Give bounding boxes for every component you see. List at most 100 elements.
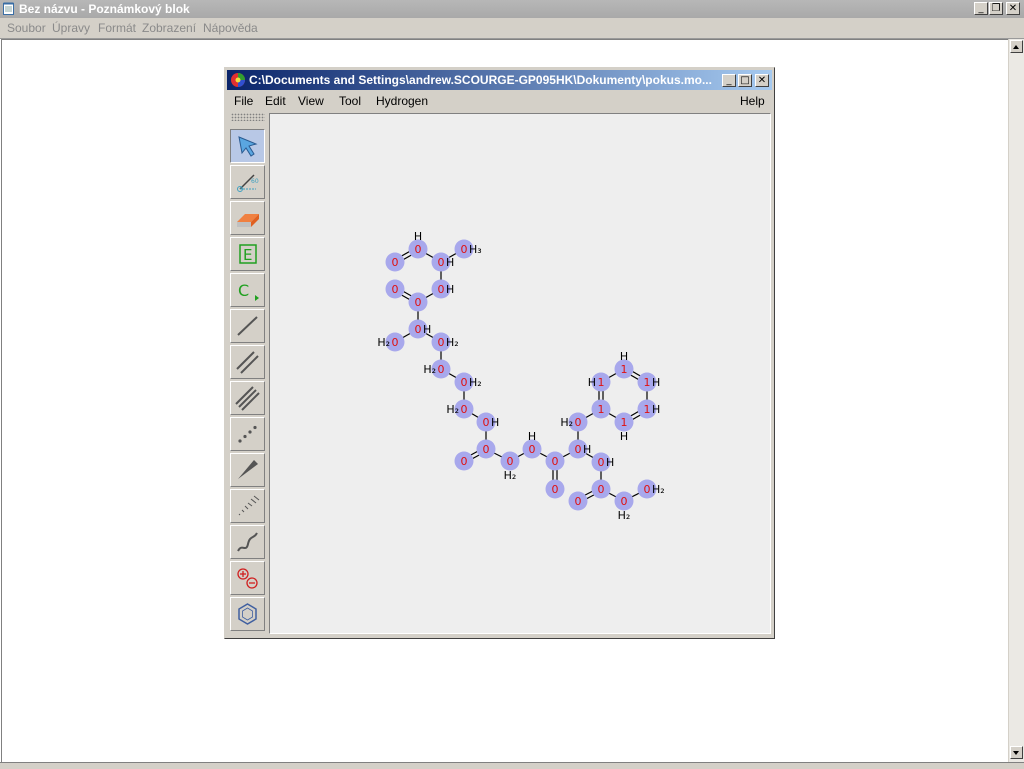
jchem-title-bar: C:\Documents and Settings\andrew.SCOURGE… (227, 70, 772, 90)
atom-a5[interactable]: 0 (408, 292, 428, 312)
menu-zobrazeni[interactable]: Zobrazení (142, 21, 196, 35)
atom-label: 1 (598, 376, 605, 389)
atom-a12[interactable]: 0H₂ (446, 399, 474, 419)
atom-a21[interactable]: 0H (591, 452, 615, 472)
atom-label: 1 (644, 376, 651, 389)
wedge-bond-button[interactable] (230, 453, 265, 487)
atom-a3[interactable]: 0H (431, 252, 455, 272)
single-bond-icon (237, 316, 258, 336)
triple-bond-icon (235, 386, 260, 411)
rotate-tool-button[interactable]: 60 (230, 165, 265, 199)
atom-a2[interactable]: 0 (385, 252, 405, 272)
hydrogen-label: H (652, 403, 660, 416)
hydrogen-label: H₂ (377, 336, 390, 349)
hydrogen-label: H (528, 430, 536, 443)
atom-a27[interactable]: 1 (591, 399, 611, 419)
element-tool-button[interactable]: E (230, 237, 265, 271)
atom-label: 0 (438, 256, 445, 269)
wavy-bond-button[interactable] (230, 525, 265, 559)
hydrogen-label: H (414, 230, 422, 243)
svg-text:60: 60 (251, 178, 259, 185)
eraser-tool-button[interactable] (230, 201, 265, 235)
menu-napoveda[interactable]: Nápověda (203, 21, 258, 35)
single-bond-button[interactable] (230, 309, 265, 343)
menu-hydrogen[interactable]: Hydrogen (376, 94, 428, 108)
atom-a15[interactable]: 0 (476, 439, 496, 459)
restore-icon[interactable]: ❐ (989, 2, 1003, 15)
atom-a1[interactable]: 0 H₃ (454, 239, 482, 259)
atom-a31[interactable]: 1H (637, 399, 661, 419)
atom-label: 0 (392, 256, 399, 269)
close-icon[interactable]: ✕ (755, 74, 769, 87)
atom-a24[interactable]: 0H₂ (614, 491, 634, 523)
scroll-down-button[interactable] (1010, 746, 1023, 759)
select-tool-button[interactable] (230, 129, 265, 163)
atom-a11[interactable]: 0 H₂ (454, 372, 482, 392)
atom-a26[interactable]: 0H₂ (560, 412, 588, 432)
atom-a28[interactable]: 1H (588, 372, 611, 392)
jchem-title: C:\Documents and Settings\andrew.SCOURGE… (249, 73, 712, 87)
atom-label: 0 (415, 296, 422, 309)
triple-bond-button[interactable] (230, 381, 265, 415)
menu-edit[interactable]: Edit (265, 94, 286, 108)
hydrogen-label: H₂ (560, 416, 573, 429)
atom-a16[interactable]: 0H₂ (500, 451, 520, 483)
minimize-icon[interactable]: _ (722, 74, 736, 87)
dotted-bond-button[interactable] (230, 417, 265, 451)
hydrogen-label: H (446, 283, 454, 296)
menu-upravy[interactable]: Úpravy (52, 21, 90, 35)
maximize-icon[interactable]: □ (738, 74, 752, 87)
menu-tool[interactable]: Tool (339, 94, 361, 108)
hydrogen-label: H (588, 376, 596, 389)
atom-a18[interactable]: 0 (545, 451, 565, 471)
scroll-up-button[interactable] (1010, 40, 1023, 53)
charge-plus-minus-icon (237, 568, 258, 589)
menu-help[interactable]: Help (740, 94, 765, 108)
minimize-icon[interactable]: _ (974, 2, 988, 15)
toolbar-grip[interactable] (231, 113, 265, 121)
notepad-menu-bar: Soubor Úpravy Formát Zobrazení Nápověda (0, 18, 1024, 39)
atom-label: 0 (598, 483, 605, 496)
element-e-icon: E (239, 244, 257, 264)
atom-label: 0 (461, 376, 468, 389)
atom-a30[interactable]: 1H (637, 372, 661, 392)
charge-tool-button[interactable] (230, 561, 265, 595)
jchem-menu-bar: File Edit View Tool Hydrogen Help (227, 90, 772, 112)
menu-format[interactable]: Formát (98, 21, 136, 35)
atom-a13[interactable]: 0H (476, 412, 500, 432)
eraser-icon (237, 214, 259, 227)
atom-a25[interactable]: 0 H₂ (637, 479, 665, 499)
ring-tool-button[interactable] (230, 597, 265, 631)
double-bond-button[interactable] (230, 345, 265, 379)
atom-a19[interactable]: 0 (545, 479, 565, 499)
menu-file[interactable]: File (234, 94, 253, 108)
atom-a29[interactable]: 1H (614, 350, 634, 379)
atom-a4[interactable]: 0 (385, 279, 405, 299)
atom-label: 0 (461, 455, 468, 468)
atom-a20[interactable]: 0H (568, 439, 592, 459)
atom-a32[interactable]: 1H (614, 412, 634, 444)
atom-a9[interactable]: 0 H₂ (431, 332, 459, 352)
carbon-tool-button[interactable]: C (230, 273, 265, 307)
svg-text:E: E (243, 246, 252, 264)
atom-a10[interactable]: 0H₂ (423, 359, 451, 379)
hashed-bond-button[interactable] (230, 489, 265, 523)
atom-a6[interactable]: 0H (431, 279, 455, 299)
hydrogen-label: H₃ (469, 243, 482, 256)
atom-label: 0 (644, 483, 651, 496)
atom-a14[interactable]: 0 (454, 451, 474, 471)
vertical-scrollbar[interactable] (1008, 39, 1024, 762)
close-icon[interactable]: ✕ (1006, 2, 1020, 15)
hydrogen-label: H (491, 416, 499, 429)
menu-view[interactable]: View (298, 94, 324, 108)
hydrogen-label: H (652, 376, 660, 389)
atom-a8[interactable]: 0H₂ (377, 332, 405, 352)
atom-a0[interactable]: 0H (408, 230, 428, 259)
drawing-canvas[interactable]: 0 H 0 H₃ 0 0 H 0 0 0 H 0 H 0 H₂ 0 H₂ 0 H₂ 0 H₂ 0 H₂ 0 H 0 0 0 H₂ 0 H 0 0… (269, 113, 771, 634)
hydrogen-label: H (423, 323, 431, 336)
atom-a17[interactable]: 0H (522, 430, 542, 459)
atom-a22[interactable]: 0 (568, 491, 588, 511)
atom-a7[interactable]: 0H (408, 319, 432, 339)
menu-soubor[interactable]: Soubor (7, 21, 46, 35)
atom-a23[interactable]: 0 (591, 479, 611, 499)
